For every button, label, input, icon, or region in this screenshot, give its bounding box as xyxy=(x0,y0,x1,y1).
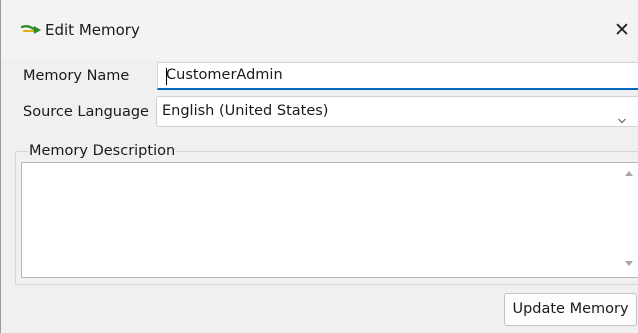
close-button[interactable]: ✕ xyxy=(609,17,635,43)
memory-description-label: Memory Description xyxy=(28,142,177,160)
dialog-title: Edit Memory xyxy=(45,21,140,39)
scroll-up-arrow-icon[interactable] xyxy=(621,166,637,180)
memory-description-textarea[interactable] xyxy=(21,162,638,278)
update-memory-button[interactable]: Update Memory xyxy=(504,293,637,326)
source-language-label: Source Language xyxy=(23,104,149,120)
memory-arrow-icon xyxy=(20,24,43,36)
scroll-down-arrow-icon[interactable] xyxy=(621,256,637,270)
edit-memory-dialog: Edit Memory ✕ Memory Name CustomerAdmin … xyxy=(0,0,638,333)
chevron-down-icon[interactable] xyxy=(618,107,626,124)
source-language-value[interactable]: English (United States) xyxy=(162,103,328,119)
source-language-select[interactable]: English (United States) xyxy=(156,96,638,127)
title-bar[interactable]: Edit Memory ✕ xyxy=(1,0,638,60)
memory-name-label: Memory Name xyxy=(23,68,130,84)
memory-name-value[interactable]: CustomerAdmin xyxy=(166,67,283,83)
close-icon[interactable]: ✕ xyxy=(614,19,630,41)
text-caret xyxy=(166,68,167,85)
memory-name-input[interactable]: CustomerAdmin xyxy=(157,62,638,90)
